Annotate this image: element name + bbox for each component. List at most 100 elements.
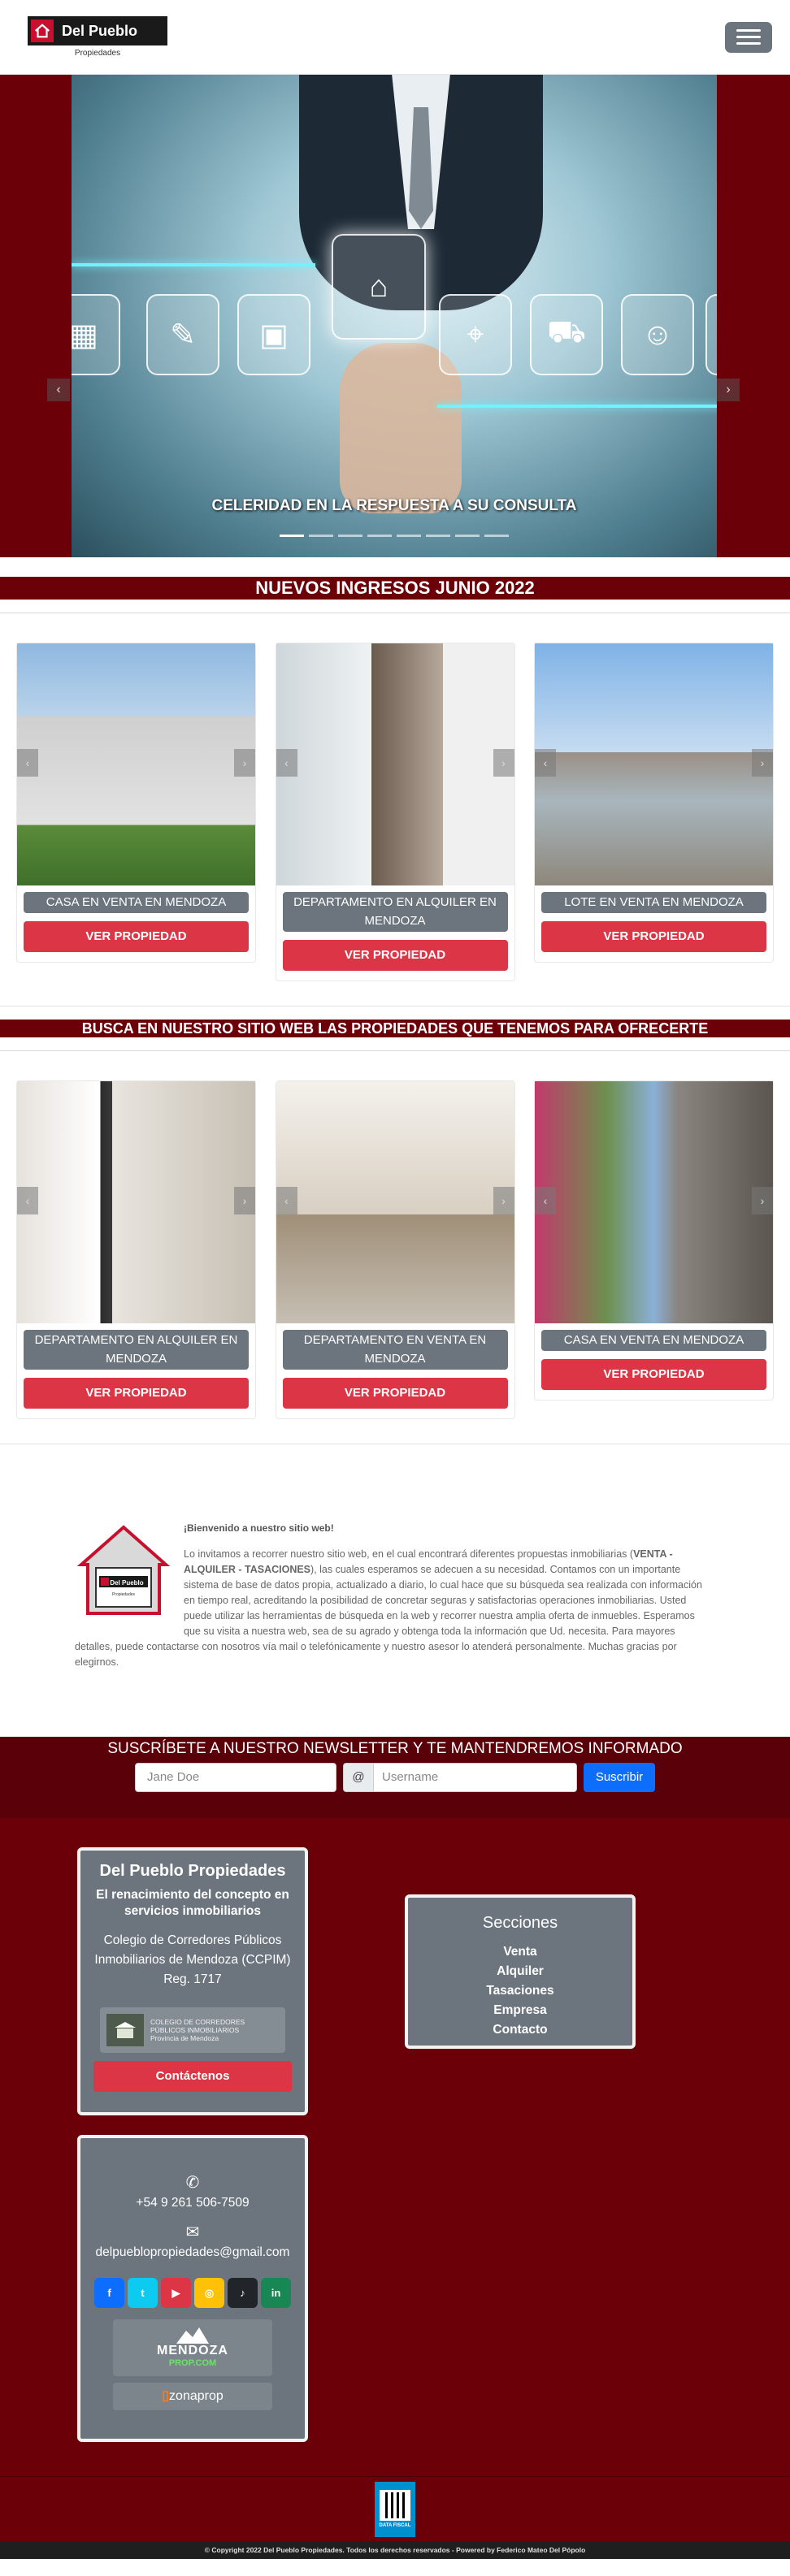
carousel-indicator[interactable] bbox=[309, 535, 333, 537]
building-icon bbox=[106, 2014, 144, 2046]
carousel-indicator[interactable] bbox=[484, 535, 509, 537]
username-input[interactable]: Username bbox=[374, 1763, 577, 1792]
svg-text:Del Pueblo: Del Pueblo bbox=[110, 1579, 143, 1587]
house-dollar-icon: ⌂ bbox=[332, 234, 426, 340]
carousel-indicator[interactable] bbox=[338, 535, 362, 537]
newsletter-section: SUSCRÍBETE A NUESTRO NEWSLETTER Y TE MAN… bbox=[0, 1737, 790, 1818]
property-title: LOTE EN VENTA EN MENDOZA bbox=[541, 892, 766, 913]
view-property-button[interactable]: VER PROPIEDAD bbox=[541, 1359, 766, 1390]
carousel-indicator[interactable] bbox=[367, 535, 392, 537]
carousel-indicator[interactable] bbox=[455, 535, 480, 537]
image-next-icon[interactable]: › bbox=[493, 1187, 514, 1214]
data-fiscal-band: DATA FISCAL bbox=[0, 2476, 790, 2541]
image-prev-icon[interactable]: ‹ bbox=[535, 1187, 556, 1214]
contact-button[interactable]: Contáctenos bbox=[93, 2061, 292, 2092]
menu-toggle-button[interactable] bbox=[725, 21, 772, 53]
linkedin-icon[interactable]: in bbox=[261, 2278, 291, 2308]
brand-name: Del Pueblo bbox=[62, 22, 138, 39]
copyright: © Copyright 2022 Del Pueblo Propiedades.… bbox=[0, 2541, 790, 2559]
instagram-icon[interactable]: ◎ bbox=[194, 2278, 224, 2308]
hero-image: ▦ ✎ ▣ ⌂ ⌖ ⛟ ☺ CELERIDAD EN LA RESPUESTA … bbox=[72, 75, 717, 557]
sections-title: Secciones bbox=[482, 1914, 558, 1932]
property-image[interactable]: ‹ › bbox=[276, 643, 514, 885]
property-image[interactable]: ‹ › bbox=[17, 643, 255, 885]
image-prev-icon[interactable]: ‹ bbox=[17, 1187, 38, 1214]
company-info-box: Del Pueblo Propiedades El renacimiento d… bbox=[77, 1847, 308, 2115]
footer-link-contacto[interactable]: Contacto bbox=[421, 2020, 619, 2040]
sections-box: Secciones Venta Alquiler Tasaciones Empresa… bbox=[405, 1894, 636, 2049]
colegio-logo: COLEGIO DE CORREDORES PÚBLICOS INMOBILIA… bbox=[100, 2007, 285, 2053]
image-prev-icon[interactable]: ‹ bbox=[17, 749, 38, 777]
phone-link[interactable]: +54 9 261 506-7509 bbox=[93, 2196, 292, 2210]
cards-row-new-listings: ‹ › CASA EN VENTA EN MENDOZA VER PROPIEDAD ‹… bbox=[0, 613, 790, 1007]
image-next-icon[interactable]: › bbox=[752, 1187, 773, 1214]
svg-text:Propiedades: Propiedades bbox=[112, 1592, 136, 1597]
view-property-button[interactable]: VER PROPIEDAD bbox=[282, 1378, 508, 1409]
hamburger-icon bbox=[736, 29, 761, 32]
whatsapp-icon: ✆ bbox=[185, 2174, 200, 2192]
property-image[interactable]: ‹ › bbox=[535, 643, 773, 885]
document-icon: ✎ bbox=[146, 294, 219, 375]
carousel-next-icon[interactable]: › bbox=[717, 379, 740, 401]
site-header: Del Pueblo Propiedades bbox=[0, 0, 790, 75]
envelope-icon: ✉ bbox=[185, 2223, 200, 2241]
footer-link-venta[interactable]: Venta bbox=[421, 1942, 619, 1962]
image-next-icon[interactable]: › bbox=[234, 1187, 255, 1214]
subscribe-button[interactable]: Suscribir bbox=[584, 1763, 655, 1792]
image-next-icon[interactable]: › bbox=[752, 749, 773, 777]
brand-tagline: Propiedades bbox=[74, 49, 121, 58]
social-links: f t ▶ ◎ ♪ in bbox=[93, 2278, 292, 2308]
youtube-icon[interactable]: ▶ bbox=[161, 2278, 191, 2308]
twitter-icon[interactable]: t bbox=[128, 2278, 158, 2308]
property-card: ‹ › DEPARTAMENTO EN ALQUILER EN MENDOZA VER… bbox=[16, 1080, 256, 1419]
view-property-button[interactable]: VER PROPIEDAD bbox=[282, 940, 508, 971]
footer-link-empresa[interactable]: Empresa bbox=[421, 2001, 619, 2020]
data-fiscal-qr[interactable]: DATA FISCAL bbox=[375, 2481, 415, 2537]
company-logo: Del Pueblo Propiedades bbox=[75, 1522, 172, 1620]
email-link[interactable]: delpueblopropiedades@gmail.com bbox=[93, 2245, 292, 2260]
property-title: CASA EN VENTA EN MENDOZA bbox=[541, 1330, 766, 1351]
truck-icon: ⛟ bbox=[530, 294, 603, 375]
user-icon: ☺ bbox=[621, 294, 694, 375]
logo-box: Del Pueblo bbox=[28, 16, 167, 45]
property-title: DEPARTAMENTO EN VENTA EN MENDOZA bbox=[282, 1330, 508, 1370]
extra-icon bbox=[705, 294, 717, 375]
image-next-icon[interactable]: › bbox=[234, 749, 255, 777]
property-card: ‹ › CASA EN VENTA EN MENDOZA VER PROPIEDAD bbox=[534, 1080, 774, 1401]
mendozaprop-logo[interactable]: MENDOZA PROP.COM bbox=[113, 2319, 272, 2376]
company-registry: Colegio de Corredores Públicos Inmobilia… bbox=[94, 1933, 291, 1986]
section-title-new-listings: NUEVOS INGRESOS JUNIO 2022 bbox=[0, 577, 790, 600]
zonaprop-logo[interactable]: ▯zonaprop bbox=[113, 2383, 272, 2410]
carousel-indicator[interactable] bbox=[426, 535, 450, 537]
property-image[interactable]: ‹ › bbox=[17, 1081, 255, 1323]
property-image[interactable]: ‹ › bbox=[535, 1081, 773, 1323]
welcome-section: Del Pueblo Propiedades ¡Bienvenido a nue… bbox=[0, 1444, 790, 1737]
cards-row-featured: ‹ › DEPARTAMENTO EN ALQUILER EN MENDOZA VER… bbox=[0, 1051, 790, 1444]
image-next-icon[interactable]: › bbox=[493, 749, 514, 777]
property-title: CASA EN VENTA EN MENDOZA bbox=[24, 892, 249, 913]
tiktok-icon[interactable]: ♪ bbox=[228, 2278, 258, 2308]
footer-link-tasaciones[interactable]: Tasaciones bbox=[421, 1981, 619, 2001]
image-prev-icon[interactable]: ‹ bbox=[535, 749, 556, 777]
footer-link-alquiler[interactable]: Alquiler bbox=[421, 1962, 619, 1981]
name-input[interactable]: Jane Doe bbox=[135, 1763, 336, 1792]
view-property-button[interactable]: VER PROPIEDAD bbox=[24, 921, 249, 952]
newsletter-form: Jane Doe @ Username Suscribir bbox=[0, 1763, 790, 1792]
property-image[interactable]: ‹ › bbox=[276, 1081, 514, 1323]
carousel-indicator[interactable] bbox=[280, 535, 304, 537]
view-property-button[interactable]: VER PROPIEDAD bbox=[541, 921, 766, 952]
facebook-icon[interactable]: f bbox=[94, 2278, 124, 2308]
qr-code-icon bbox=[380, 2489, 410, 2521]
image-prev-icon[interactable]: ‹ bbox=[276, 1187, 297, 1214]
contact-box: ✆ +54 9 261 506-7509 ✉ delpueblopropieda… bbox=[77, 2135, 308, 2442]
image-prev-icon[interactable]: ‹ bbox=[276, 749, 297, 777]
map-pin-icon: ⌖ bbox=[439, 294, 512, 375]
view-property-button[interactable]: VER PROPIEDAD bbox=[24, 1378, 249, 1409]
carousel-indicators bbox=[72, 535, 717, 537]
property-card: ‹ › CASA EN VENTA EN MENDOZA VER PROPIEDAD bbox=[16, 643, 256, 963]
brand-logo[interactable]: Del Pueblo Propiedades bbox=[28, 16, 167, 58]
property-title: DEPARTAMENTO EN ALQUILER EN MENDOZA bbox=[24, 1330, 249, 1370]
carousel-prev-icon[interactable]: ‹ bbox=[47, 379, 70, 401]
username-group: @ Username bbox=[343, 1763, 577, 1792]
carousel-indicator[interactable] bbox=[397, 535, 421, 537]
